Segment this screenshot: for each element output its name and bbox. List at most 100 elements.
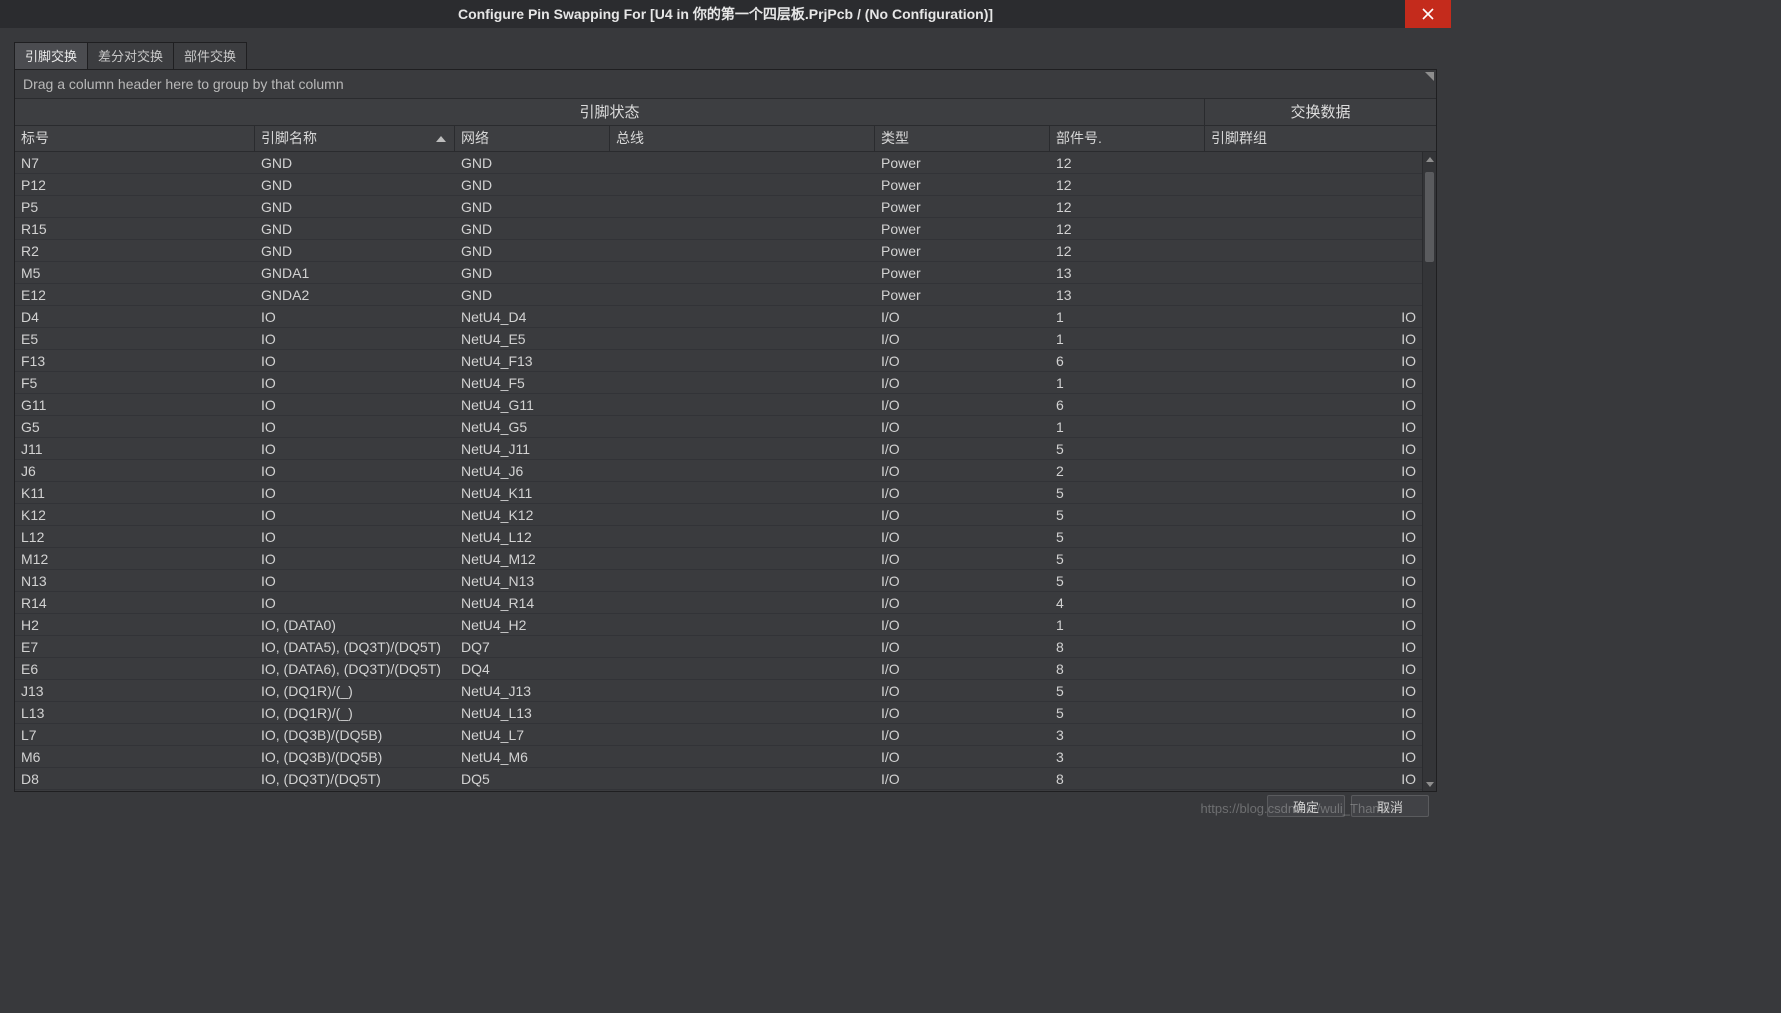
col-header-designator[interactable]: 标号 [15,126,255,151]
ok-button[interactable]: 确定 [1267,795,1345,817]
table-row[interactable]: L12IONetU4_L12I/O5IO [15,526,1422,548]
cell-net: NetU4_R14 [455,595,610,611]
col-header-bus[interactable]: 总线 [610,126,875,151]
cell-part-no: 1 [1050,309,1205,325]
cell-pin-name: IO, (DATA5), (DQ3T)/(DQ5T) [255,639,455,655]
cell-designator: K12 [15,507,255,523]
table-row[interactable]: G11IONetU4_G11I/O6IO [15,394,1422,416]
table-row[interactable]: J11IONetU4_J11I/O5IO [15,438,1422,460]
tab-2[interactable]: 部件交换 [173,42,247,69]
cell-net: NetU4_F5 [455,375,610,391]
cell-pin-name: IO [255,529,455,545]
cell-net: NetU4_D4 [455,309,610,325]
table-row[interactable]: E12GNDA2GNDPower13 [15,284,1422,306]
col-header-net[interactable]: 网络 [455,126,610,151]
cell-pin-name: GND [255,243,455,259]
cell-type: I/O [875,617,1050,633]
table-row[interactable]: N7GNDGNDPower12 [15,152,1422,174]
table-row[interactable]: R2GNDGNDPower12 [15,240,1422,262]
table-row[interactable]: N13IONetU4_N13I/O5IO [15,570,1422,592]
cell-pin-group: IO [1205,551,1422,567]
table-row[interactable]: G5IONetU4_G5I/O1IO [15,416,1422,438]
cell-pin-group: IO [1205,639,1422,655]
tab-1[interactable]: 差分对交换 [87,42,174,69]
table-row[interactable]: F13IONetU4_F13I/O6IO [15,350,1422,372]
cell-part-no: 8 [1050,771,1205,787]
table-row[interactable]: K11IONetU4_K11I/O5IO [15,482,1422,504]
table-row[interactable]: L13IO, (DQ1R)/(_)NetU4_L13I/O5IO [15,702,1422,724]
table-row[interactable]: E6IO, (DATA6), (DQ3T)/(DQ5T)DQ4I/O8IO [15,658,1422,680]
cell-designator: N7 [15,155,255,171]
scroll-thumb[interactable] [1425,172,1434,262]
cell-net: GND [455,221,610,237]
cell-net: GND [455,177,610,193]
cell-designator: D8 [15,771,255,787]
cell-type: I/O [875,661,1050,677]
table-row[interactable]: P12GNDGNDPower12 [15,174,1422,196]
grid-rows[interactable]: N7GNDGNDPower12P12GNDGNDPower12P5GNDGNDP… [15,152,1422,791]
close-button[interactable] [1405,0,1451,28]
collapse-triangle-icon[interactable] [1425,72,1434,81]
cell-part-no: 1 [1050,419,1205,435]
cell-part-no: 5 [1050,441,1205,457]
cell-type: I/O [875,639,1050,655]
cell-part-no: 8 [1050,661,1205,677]
titlebar: Configure Pin Swapping For [U4 in 你的第一个四… [0,0,1451,28]
vertical-scrollbar[interactable] [1422,152,1436,791]
table-row[interactable]: E7IO, (DATA5), (DQ3T)/(DQ5T)DQ7I/O8IO [15,636,1422,658]
table-row[interactable]: H2IO, (DATA0)NetU4_H2I/O1IO [15,614,1422,636]
table-row[interactable]: R14IONetU4_R14I/O4IO [15,592,1422,614]
cell-type: I/O [875,573,1050,589]
table-row[interactable]: D8IO, (DQ3T)/(DQ5T)DQ5I/O8IO [15,768,1422,790]
table-row[interactable]: K12IONetU4_K12I/O5IO [15,504,1422,526]
cell-designator: R2 [15,243,255,259]
scroll-up-icon[interactable] [1423,152,1436,166]
cell-part-no: 12 [1050,221,1205,237]
cell-part-no: 1 [1050,617,1205,633]
table-row[interactable]: M12IONetU4_M12I/O5IO [15,548,1422,570]
table-row[interactable]: J13IO, (DQ1R)/(_)NetU4_J13I/O5IO [15,680,1422,702]
cell-designator: D4 [15,309,255,325]
cell-designator: L12 [15,529,255,545]
cell-net: NetU4_K11 [455,485,610,501]
cell-net: NetU4_G5 [455,419,610,435]
group-by-bar[interactable]: Drag a column header here to group by th… [15,70,1436,99]
cell-net: NetU4_J13 [455,683,610,699]
table-row[interactable]: M5GNDA1GNDPower13 [15,262,1422,284]
col-header-pin-group[interactable]: 引脚群组 [1205,126,1436,151]
cell-designator: E7 [15,639,255,655]
cell-type: Power [875,265,1050,281]
cell-net: DQ4 [455,661,610,677]
cell-net: NetU4_J11 [455,441,610,457]
table-row[interactable]: L7IO, (DQ3B)/(DQ5B)NetU4_L7I/O3IO [15,724,1422,746]
cell-pin-group: IO [1205,683,1422,699]
cancel-button[interactable]: 取消 [1351,795,1429,817]
table-row[interactable]: E5IONetU4_E5I/O1IO [15,328,1422,350]
table-row[interactable]: P5GNDGNDPower12 [15,196,1422,218]
col-header-part-no[interactable]: 部件号. [1050,126,1205,151]
table-row[interactable]: M6IO, (DQ3B)/(DQ5B)NetU4_M6I/O3IO [15,746,1422,768]
cell-pin-name: IO [255,419,455,435]
cell-pin-name: IO, (DATA6), (DQ3T)/(DQ5T) [255,661,455,677]
col-header-pin-name[interactable]: 引脚名称 [255,126,455,151]
body-area: 引脚交换差分对交换部件交换 Drag a column header here … [0,28,1451,826]
cell-net: GND [455,243,610,259]
cell-pin-group: IO [1205,507,1422,523]
scroll-down-icon[interactable] [1423,777,1436,791]
cell-pin-name: IO [255,309,455,325]
cell-designator: P12 [15,177,255,193]
cell-pin-group: IO [1205,419,1422,435]
table-row[interactable]: R15GNDGNDPower12 [15,218,1422,240]
table-row[interactable]: D4IONetU4_D4I/O1IO [15,306,1422,328]
cell-pin-name: IO [255,573,455,589]
tab-0[interactable]: 引脚交换 [14,42,88,69]
col-header-type[interactable]: 类型 [875,126,1050,151]
cell-designator: F13 [15,353,255,369]
cell-pin-group: IO [1205,573,1422,589]
table-row[interactable]: F5IONetU4_F5I/O1IO [15,372,1422,394]
cell-pin-group: IO [1205,309,1422,325]
cell-type: Power [875,221,1050,237]
table-row[interactable]: J6IONetU4_J6I/O2IO [15,460,1422,482]
cell-type: Power [875,199,1050,215]
cell-type: I/O [875,551,1050,567]
